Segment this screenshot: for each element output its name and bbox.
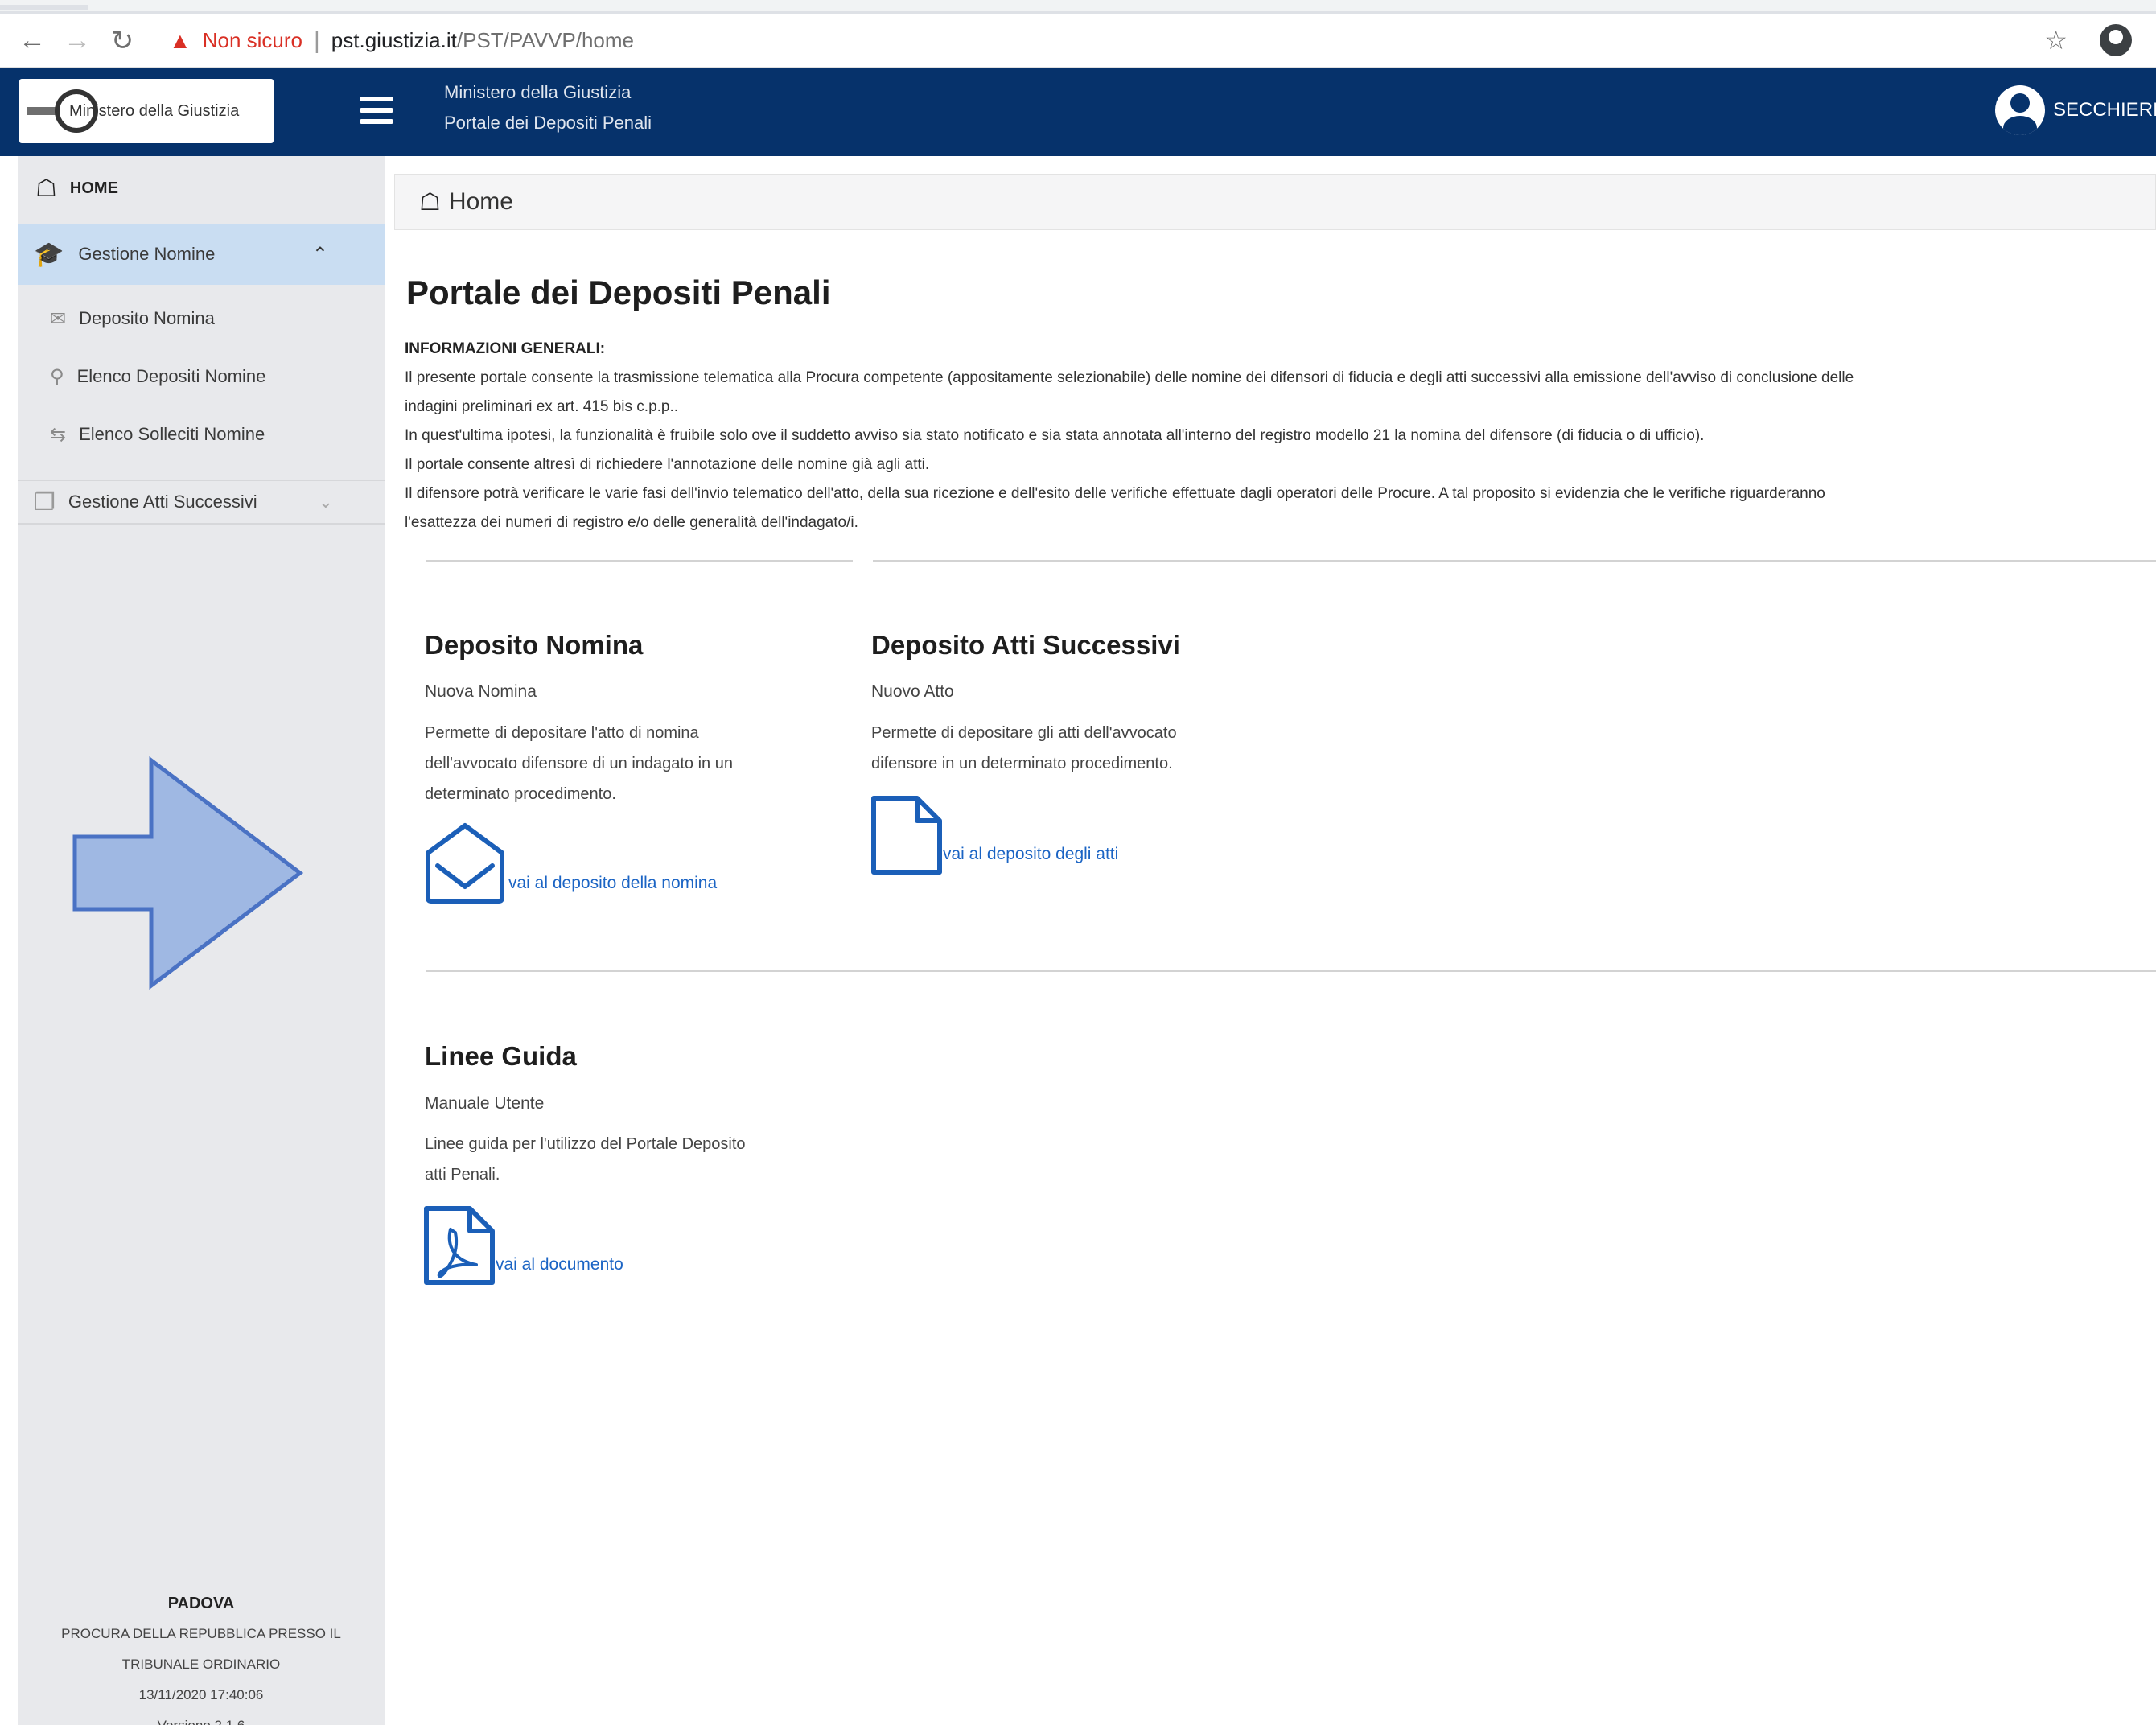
info-line: indagini preliminari ex art. 415 bis c.p… (405, 398, 679, 415)
logo-ring-icon (55, 89, 98, 133)
user-avatar-icon (1995, 85, 2045, 135)
warning-triangle-icon[interactable]: ▲ (169, 28, 191, 54)
card-desc-line: difensore in un determinato procedimento… (871, 755, 1173, 772)
app-title-line2: Portale dei Depositi Penali (444, 113, 652, 133)
search-icon: ⚲ (50, 365, 64, 388)
info-line: l'esattezza dei numeri di registro e/o d… (405, 514, 858, 531)
sidebar-item-gestione-nomine[interactable]: 🎓 Gestione Nomine ⌃ (18, 224, 385, 285)
forward-arrow-icon[interactable]: → (55, 25, 100, 56)
info-line: Il portale consente altresì di richieder… (405, 456, 930, 473)
footer-office-line1: PROCURA DELLA REPUBBLICA PRESSO IL (61, 1626, 341, 1641)
security-warning[interactable]: Non sicuro (203, 28, 302, 53)
sidebar-item-label: Elenco Solleciti Nomine (79, 424, 265, 444)
divider (426, 970, 2156, 972)
card-desc-line: atti Penali. (425, 1166, 500, 1184)
browser-address-bar: ← → ↻ ▲ Non sicuro | pst.giustizia.it/PS… (0, 14, 2156, 68)
sidebar-item-label: Gestione Nomine (78, 244, 216, 264)
breadcrumb: ☖ Home (394, 174, 2156, 230)
sidebar-footer: PADOVA PROCURA DELLA REPUBBLICA PRESSO I… (18, 1588, 385, 1725)
hamburger-menu-icon[interactable] (360, 97, 393, 124)
card-description: Linee guida per l'utilizzo del Portale D… (425, 1129, 811, 1190)
card-desc-line: Linee guida per l'utilizzo del Portale D… (425, 1135, 746, 1153)
chevron-down-icon: ⌄ (318, 492, 333, 512)
user-menu[interactable]: SECCHIERI CARLO (1995, 85, 2156, 135)
graduation-cap-icon: 🎓 (34, 241, 64, 268)
card-desc-line: Permette di depositare l'atto di nomina (425, 724, 699, 742)
pdf-icon[interactable] (423, 1205, 496, 1286)
browser-profile-icon[interactable] (2100, 24, 2132, 56)
sidebar-item-label: Elenco Depositi Nomine (76, 366, 266, 386)
app-title: Ministero della Giustizia Portale dei De… (444, 77, 652, 138)
footer-office-line2: TRIBUNALE ORDINARIO (121, 1657, 281, 1672)
card-description: Permette di depositare l'atto di nomina … (425, 718, 811, 809)
files-icon: ❐ (34, 488, 56, 516)
url-separator: | (314, 27, 320, 54)
app-title-line1: Ministero della Giustizia (444, 82, 632, 102)
url-host: pst.giustizia.it (331, 28, 457, 52)
divider (426, 560, 853, 562)
bookmark-star-icon[interactable]: ☆ (2044, 25, 2068, 56)
ministry-logo[interactable]: Ministero della Giustizia (19, 79, 274, 143)
user-name: SECCHIERI CARLO (2053, 99, 2156, 121)
exchange-icon: ⇆ (50, 423, 67, 446)
home-icon: ☖ (419, 188, 441, 216)
sidebar-item-label: HOME (69, 179, 118, 197)
sidebar-item-elenco-depositi[interactable]: ⚲ Elenco Depositi Nomine (18, 356, 385, 397)
card-title-deposito-atti: Deposito Atti Successivi (871, 630, 1180, 660)
back-arrow-icon[interactable]: ← (10, 25, 55, 56)
divider (873, 560, 2156, 562)
card-subtitle: Nuovo Atto (871, 682, 954, 701)
link-deposito-atti[interactable]: vai al deposito degli atti (943, 845, 1118, 864)
card-subtitle: Manuale Utente (425, 1094, 545, 1113)
card-desc-line: Permette di depositare gli atti dell'avv… (871, 724, 1177, 742)
footer-datetime: 13/11/2020 17:40:06 (138, 1687, 264, 1702)
card-title-linee-guida: Linee Guida (425, 1041, 577, 1071)
sidebar-item-gestione-atti[interactable]: ❐ Gestione Atti Successivi ⌄ (18, 480, 385, 525)
reload-icon[interactable]: ↻ (100, 25, 145, 57)
footer-version: Versione 2.1.6 (18, 1711, 385, 1725)
url-path: /PST/PAVVP/home (456, 28, 634, 52)
browser-tabstrip (0, 0, 2156, 14)
info-heading: INFORMAZIONI GENERALI: (405, 340, 606, 357)
chevron-up-icon: ⌃ (311, 243, 328, 266)
sidebar-item-home[interactable]: ☖ HOME (18, 167, 385, 209)
sidebar-item-label: Deposito Nomina (79, 308, 215, 328)
page-title: Portale dei Depositi Penali (406, 274, 831, 311)
right-arrow-icon (72, 756, 304, 990)
home-icon: ☖ (35, 175, 57, 202)
info-line: In quest'ultima ipotesi, la funzionalità… (405, 427, 1705, 444)
document-icon[interactable] (870, 795, 943, 875)
card-desc-line: dell'avvocato difensore di un indagato i… (425, 755, 733, 772)
breadcrumb-home[interactable]: Home (449, 188, 513, 216)
link-documento[interactable]: vai al documento (496, 1255, 623, 1274)
page: ← → ↻ ▲ Non sicuro | pst.giustizia.it/PS… (0, 0, 2156, 1725)
envelope-open-icon[interactable] (423, 821, 507, 904)
url-field[interactable]: pst.giustizia.it/PST/PAVVP/home (331, 28, 634, 53)
info-line: Il difensore potrà verificare le varie f… (405, 485, 1825, 502)
envelope-icon: ✉ (50, 307, 67, 330)
card-description: Permette di depositare gli atti dell'avv… (871, 718, 1257, 779)
sidebar-item-elenco-solleciti[interactable]: ⇆ Elenco Solleciti Nomine (18, 414, 385, 455)
card-desc-line: determinato procedimento. (425, 785, 616, 803)
sidebar-item-label: Gestione Atti Successivi (68, 492, 257, 512)
card-title-deposito-nomina: Deposito Nomina (425, 630, 644, 660)
info-text: Il presente portale consente la trasmiss… (405, 364, 2150, 537)
info-line: Il presente portale consente la trasmiss… (405, 369, 1854, 386)
app-header: Ministero della Giustizia Ministero dell… (0, 68, 2156, 156)
sidebar-item-deposito-nomina[interactable]: ✉ Deposito Nomina (18, 298, 385, 340)
card-subtitle: Nuova Nomina (425, 682, 537, 701)
footer-city: PADOVA (167, 1595, 235, 1612)
link-deposito-nomina[interactable]: vai al deposito della nomina (508, 874, 717, 893)
